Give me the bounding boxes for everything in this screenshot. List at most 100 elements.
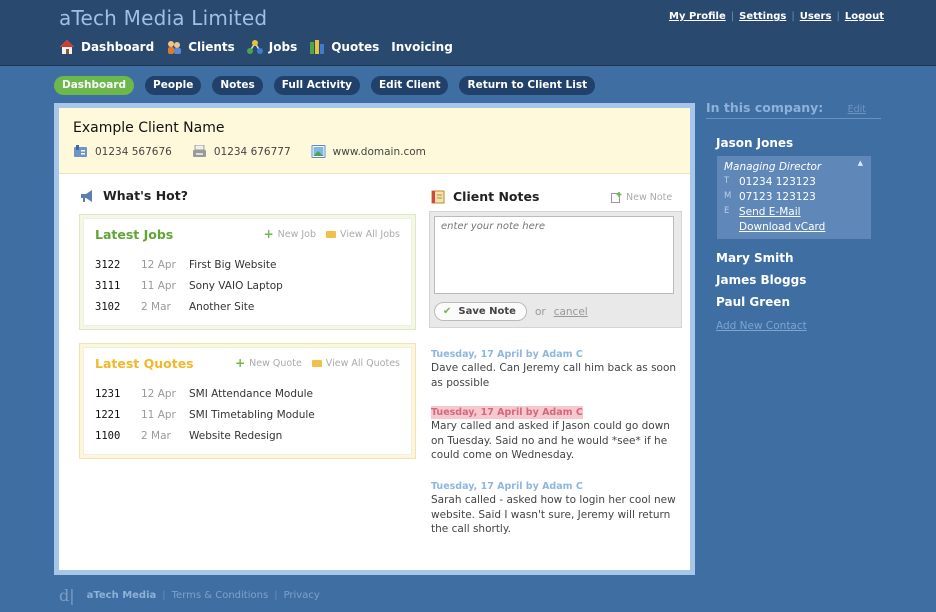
client-contact-bar: 01234 567676 01234 676777 www.domain.com — [73, 145, 676, 158]
latest-jobs-title: Latest Jobs — [95, 227, 174, 242]
contact-james-bloggs[interactable]: James Bloggs — [716, 273, 881, 287]
new-note-link[interactable]: New Note — [611, 192, 672, 203]
user-links: My Profile | Settings | Users | Logout — [669, 11, 884, 22]
nav-label: Jobs — [268, 40, 298, 54]
contact-mary-smith[interactable]: Mary Smith — [716, 251, 881, 265]
nav-clients[interactable]: Clients — [166, 39, 235, 55]
job-description: First Big Website — [189, 258, 277, 271]
nav-jobs[interactable]: Jobs — [246, 39, 298, 55]
client-header: Example Client Name 01234 567676 01234 6… — [59, 108, 690, 174]
contact-paul-green[interactable]: Paul Green — [716, 295, 881, 309]
plus-icon: + — [263, 227, 274, 241]
quote-row[interactable]: 1231 12 Apr SMI Attendance Module — [95, 383, 400, 404]
mobile-key: M — [724, 191, 732, 201]
nav-label: Dashboard — [81, 40, 155, 54]
nav-label: Clients — [188, 40, 235, 54]
note-text: Mary called and asked if Jason could go … — [431, 420, 670, 461]
view-all-quotes-label: View All Quotes — [325, 358, 400, 369]
download-vcard-link[interactable]: Download vCard — [739, 221, 825, 233]
job-number: 3111 — [95, 279, 121, 292]
notebook-icon — [431, 190, 445, 203]
new-note-label: New Note — [626, 192, 673, 203]
quote-row[interactable]: 1100 2 Mar Website Redesign — [95, 425, 400, 446]
privacy-link[interactable]: Privacy — [284, 590, 320, 601]
main-nav: Dashboard Clients Jobs Quotes Invoicing — [59, 39, 453, 55]
contact-mobile: 07123 123123 — [739, 191, 816, 203]
folder-icon — [311, 360, 322, 367]
job-row[interactable]: 3102 2 Mar Another Site — [95, 296, 400, 317]
company-sidebar: In this company: Edit Jason Jones Managi… — [706, 100, 881, 332]
edit-contacts-link[interactable]: Edit — [848, 104, 881, 115]
quote-description: SMI Timetabling Module — [189, 408, 315, 421]
books-icon — [310, 40, 325, 54]
people-icon — [168, 41, 182, 54]
my-profile-link[interactable]: My Profile — [669, 11, 726, 22]
tab-dashboard[interactable]: Dashboard — [54, 76, 135, 95]
job-row[interactable]: 3111 11 Apr Sony VAIO Laptop — [95, 275, 400, 296]
contact-card: Managing Director ▲ T 01234 123123 M 07123… — [717, 156, 871, 239]
note-form: ✔ Save Note or cancel — [429, 211, 682, 328]
view-all-jobs-link[interactable]: View All Jobs — [326, 229, 400, 240]
nav-dashboard[interactable]: Dashboard — [59, 39, 154, 55]
add-note-icon — [611, 192, 622, 203]
quote-number: 1231 — [95, 387, 121, 400]
separator: | — [274, 590, 278, 601]
client-notes-heading: Client Notes — [431, 189, 539, 204]
job-date: 2 Mar — [141, 300, 171, 313]
job-date: 11 Apr — [141, 279, 176, 292]
save-note-label: Save Note — [458, 306, 516, 317]
note-item: Tuesday, 17 April by Adam C Mary called … — [431, 406, 681, 463]
nav-invoicing[interactable]: Invoicing — [391, 39, 453, 55]
cancel-link[interactable]: cancel — [554, 306, 588, 318]
new-quote-label: New Quote — [249, 358, 302, 369]
latest-quotes-title: Latest Quotes — [95, 356, 194, 371]
new-job-link[interactable]: + New Job — [263, 227, 316, 241]
job-date: 12 Apr — [141, 258, 176, 271]
quote-number: 1100 — [95, 429, 121, 442]
view-all-jobs-label: View All Jobs — [340, 229, 400, 240]
contact-jason-jones[interactable]: Jason Jones — [716, 136, 881, 150]
job-row[interactable]: 3122 12 Apr First Big Website — [95, 254, 400, 275]
tab-notes[interactable]: Notes — [212, 76, 263, 95]
separator: | — [836, 11, 840, 22]
phone-key: T — [724, 176, 730, 186]
whats-hot-heading: What's Hot? — [79, 188, 188, 203]
client-phone: 01234 567676 — [95, 145, 172, 158]
tab-full-activity[interactable]: Full Activity — [273, 76, 360, 95]
quote-description: SMI Attendance Module — [189, 387, 314, 400]
quote-date: 11 Apr — [141, 408, 176, 421]
quote-number: 1221 — [95, 408, 121, 421]
nav-label: Invoicing — [391, 40, 453, 54]
contact-role: Managing Director — [724, 161, 822, 173]
nav-label: Quotes — [331, 40, 380, 54]
tab-edit-client[interactable]: Edit Client — [371, 76, 449, 95]
client-panel: Example Client Name 01234 567676 01234 6… — [54, 103, 695, 575]
collapse-arrow-icon[interactable]: ▲ — [858, 159, 863, 167]
top-header: aTech Media Limited My Profile | Setting… — [0, 0, 936, 66]
phone-icon — [74, 145, 87, 157]
client-fax: 01234 676777 — [213, 145, 291, 158]
note-input[interactable] — [434, 216, 674, 294]
footer-company[interactable]: aTech Media — [87, 590, 157, 601]
send-email-link[interactable]: Send E-Mail — [739, 206, 801, 218]
users-link[interactable]: Users — [800, 11, 832, 22]
add-new-contact-link[interactable]: Add New Contact — [716, 320, 881, 332]
new-quote-link[interactable]: + New Quote — [235, 357, 302, 369]
note-text: Dave called. Can Jeremy call him back as… — [431, 362, 677, 389]
settings-link[interactable]: Settings — [739, 11, 786, 22]
note-meta: Tuesday, 17 April by Adam C — [431, 349, 583, 360]
save-note-button[interactable]: ✔ Save Note — [434, 302, 527, 321]
view-all-quotes-link[interactable]: View All Quotes — [311, 358, 400, 369]
client-website[interactable]: www.domain.com — [333, 146, 426, 158]
tab-people[interactable]: People — [145, 76, 202, 95]
logout-link[interactable]: Logout — [845, 11, 884, 22]
sidebar-title: In this company: — [706, 100, 824, 115]
nav-quotes[interactable]: Quotes — [309, 39, 379, 55]
terms-link[interactable]: Terms & Conditions — [172, 590, 269, 601]
whats-hot-title: What's Hot? — [103, 188, 188, 203]
fax-icon — [192, 145, 206, 157]
folder-icon — [326, 231, 337, 238]
latest-quotes-box: Latest Quotes + New Quote View All Quotes… — [79, 343, 416, 459]
tab-return-to-list[interactable]: Return to Client List — [459, 76, 596, 95]
quote-row[interactable]: 1221 11 Apr SMI Timetabling Module — [95, 404, 400, 425]
